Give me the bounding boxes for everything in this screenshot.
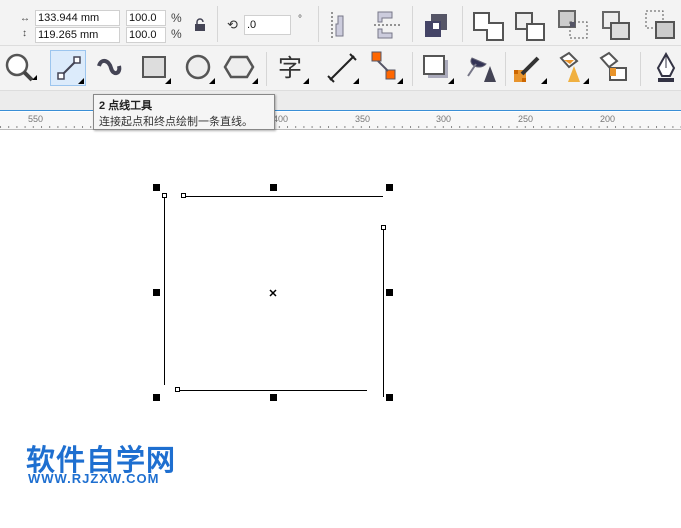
ruler-label: 300 bbox=[436, 114, 452, 124]
ruler-label: 400 bbox=[273, 114, 289, 124]
degree-label: ° bbox=[298, 14, 302, 25]
svg-text:字: 字 bbox=[278, 54, 302, 82]
pen-tool[interactable] bbox=[648, 50, 681, 86]
drop-shadow-tool[interactable] bbox=[420, 50, 456, 86]
ellipse-tool[interactable] bbox=[181, 50, 217, 86]
ruler-label: 250 bbox=[518, 114, 534, 124]
tooltip-description: 连接起点和终点绘制一条直线。 bbox=[99, 116, 253, 128]
tooltip: 2 点线工具 连接起点和终点绘制一条直线。 bbox=[93, 94, 275, 130]
text-tool[interactable]: 字 bbox=[274, 50, 310, 86]
zoom-tool[interactable] bbox=[2, 50, 38, 86]
connector-tool[interactable] bbox=[370, 50, 406, 86]
rotate-icon: ⟲ bbox=[227, 17, 238, 32]
height-icon: ↕ bbox=[22, 28, 27, 39]
selection-handle[interactable] bbox=[270, 394, 277, 401]
selection-handle[interactable] bbox=[386, 184, 393, 191]
ruler-label: 350 bbox=[355, 114, 371, 124]
color-eyedropper-tool[interactable] bbox=[512, 50, 548, 86]
scale-x-input[interactable]: 100.0 bbox=[126, 10, 166, 26]
weld-icon[interactable] bbox=[472, 11, 504, 43]
selection-handle[interactable] bbox=[386, 394, 393, 401]
mirror-horizontal-icon[interactable] bbox=[328, 10, 358, 40]
interactive-fill-tool[interactable] bbox=[556, 50, 592, 86]
front-minus-back-icon[interactable] bbox=[644, 9, 676, 41]
2-point-line-tool[interactable] bbox=[50, 50, 86, 86]
transparency-tool[interactable] bbox=[462, 50, 498, 86]
center-mark bbox=[269, 289, 277, 297]
rectangle-tool[interactable] bbox=[137, 50, 173, 86]
selection-handle[interactable] bbox=[153, 184, 160, 191]
trim-icon[interactable] bbox=[514, 11, 546, 43]
smart-fill-tool[interactable] bbox=[596, 50, 632, 86]
property-bar: ↔ ↕ 133.944 mm 119.265 mm 100.0 100.0 % … bbox=[0, 0, 681, 46]
width-icon: ↔ bbox=[20, 13, 30, 24]
combine-icon[interactable] bbox=[423, 12, 451, 40]
node[interactable] bbox=[162, 193, 167, 198]
node[interactable] bbox=[181, 193, 186, 198]
width-input[interactable]: 133.944 mm bbox=[35, 10, 120, 26]
selection-handle[interactable] bbox=[386, 289, 393, 296]
tooltip-title: 2 点线工具 bbox=[99, 100, 153, 112]
selection-handle[interactable] bbox=[270, 184, 277, 191]
dimension-tool[interactable] bbox=[324, 50, 360, 86]
percent-y: % bbox=[171, 27, 182, 41]
artistic-media-tool[interactable] bbox=[93, 50, 129, 86]
selection-handle[interactable] bbox=[153, 289, 160, 296]
ruler-label: 550 bbox=[28, 114, 44, 124]
scale-y-input[interactable]: 100.0 bbox=[126, 27, 166, 43]
selection-handle[interactable] bbox=[153, 394, 160, 401]
lock-ratio-icon[interactable] bbox=[194, 18, 206, 31]
ruler-label: 200 bbox=[600, 114, 616, 124]
polygon-tool[interactable] bbox=[222, 50, 258, 86]
simplify-icon[interactable] bbox=[601, 10, 633, 42]
node[interactable] bbox=[381, 225, 386, 230]
toolbox: 字 bbox=[0, 46, 681, 91]
watermark-url: WWW.RJZXW.COM bbox=[28, 471, 160, 486]
percent-x: % bbox=[171, 11, 182, 25]
intersect-icon[interactable] bbox=[557, 9, 589, 41]
node[interactable] bbox=[175, 387, 180, 392]
mirror-vertical-icon[interactable] bbox=[372, 10, 402, 40]
rotation-input[interactable]: .0 bbox=[244, 15, 291, 35]
height-input[interactable]: 119.265 mm bbox=[35, 27, 120, 43]
